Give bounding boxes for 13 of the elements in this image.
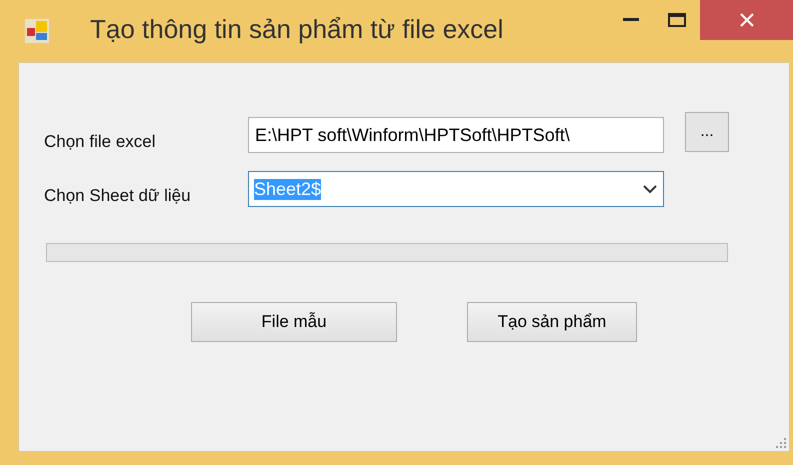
field-label: Chọn file excel bbox=[44, 132, 157, 152]
window-title: Tạo thông tin sản phẩm từ file excel bbox=[90, 14, 504, 45]
browse-button[interactable]: ... bbox=[685, 112, 729, 152]
field-label: Chọn Sheet dữ liệu bbox=[44, 186, 192, 206]
maximize-icon bbox=[668, 13, 686, 27]
close-icon bbox=[740, 13, 754, 27]
chevron-down-icon bbox=[643, 184, 657, 194]
create-products-button[interactable]: Tạo sản phẩm bbox=[467, 302, 637, 342]
resize-grip-icon bbox=[775, 437, 787, 449]
template-file-button[interactable]: File mẫu bbox=[191, 302, 397, 342]
minimize-icon bbox=[623, 18, 639, 22]
app-icon bbox=[24, 18, 50, 44]
file-path-field[interactable]: E:\HPT soft\Winform\HPTSoft\HPTSoft\ bbox=[248, 117, 664, 153]
